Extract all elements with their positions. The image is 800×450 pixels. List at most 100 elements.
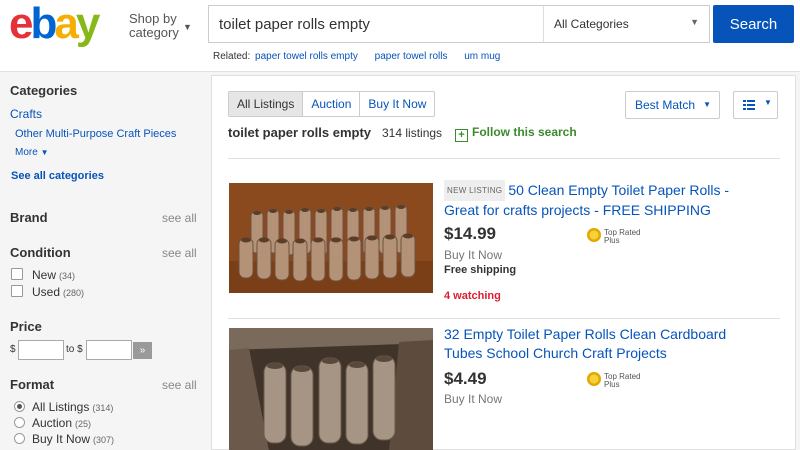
follow-label: Follow this search [472, 125, 577, 139]
header: ebay Shop by category ▼ All Categories ▼… [0, 0, 800, 72]
option-label: All Listings [32, 400, 90, 414]
tab-buy-it-now[interactable]: Buy It Now [359, 92, 434, 116]
top-rated-seal-icon [587, 372, 601, 386]
item-divider [228, 318, 780, 319]
item-price: $14.99 [444, 224, 496, 243]
shop-by-line1: Shop by [129, 11, 177, 26]
brand-see-all-link[interactable]: see all [162, 211, 197, 225]
price-max-input[interactable] [86, 340, 132, 360]
category-link-sub[interactable]: Other Multi-Purpose Craft Pieces [15, 128, 176, 140]
format-buy-it-now-radio[interactable] [14, 433, 25, 444]
filter-sidebar: Categories Crafts Other Multi-Purpose Cr… [0, 72, 210, 450]
item-price: $4.49 [444, 369, 487, 388]
search-button[interactable]: Search [713, 5, 794, 43]
condition-used-checkbox[interactable] [11, 285, 23, 297]
item-thumbnail[interactable] [229, 183, 433, 293]
price-heading: Price [10, 319, 42, 334]
item-thumbnail[interactable] [229, 328, 433, 450]
category-link-crafts[interactable]: Crafts [10, 107, 42, 121]
item-title-text: 32 Empty Toilet Paper Rolls Clean Cardbo… [444, 326, 727, 361]
related-link[interactable]: paper towel rolls [375, 51, 448, 62]
shop-by-category-button[interactable]: Shop by category ▼ [129, 11, 192, 40]
toilet-paper-rolls-image [229, 183, 433, 293]
format-all-listings-radio[interactable] [14, 401, 25, 412]
follow-search-button[interactable]: + Follow this search [455, 125, 577, 142]
related-label: Related: [213, 51, 251, 62]
top-rated-text: Top Rated Plus [604, 229, 640, 245]
see-all-categories-link[interactable]: See all categories [11, 170, 104, 182]
related-searches: Related: paper towel rolls empty paper t… [213, 51, 500, 62]
option-label: Auction [32, 416, 73, 430]
logo-letter-b: b [30, 0, 57, 48]
cardboard-tubes-in-box-image [229, 328, 433, 450]
condition-new-checkbox[interactable] [11, 268, 23, 280]
option-count: (307) [93, 435, 115, 445]
top-rated-seal-icon [587, 228, 601, 242]
logo-letter-a: a [54, 0, 79, 48]
sort-dropdown[interactable]: Best Match ▼ [625, 91, 720, 119]
format-auction-radio[interactable] [14, 417, 25, 428]
condition-see-all-link[interactable]: see all [162, 246, 197, 260]
item-title-link[interactable]: NEW LISTING 50 Clean Empty Toilet Paper R… [444, 180, 764, 220]
option-label: Buy It Now [32, 432, 91, 446]
price-to-label: to $ [66, 344, 83, 355]
format-option-buy-it-now[interactable]: Buy It Now (307) [32, 432, 114, 446]
option-count: (34) [59, 271, 76, 281]
item-shipping: Free shipping [444, 264, 517, 276]
sort-label: Best Match [635, 98, 696, 112]
condition-heading: Condition [10, 245, 71, 260]
price-submit-button[interactable]: » [133, 342, 152, 359]
option-count: (280) [63, 288, 85, 298]
format-option-all-listings[interactable]: All Listings (314) [32, 400, 113, 414]
option-label: New [32, 268, 57, 282]
more-categories-link[interactable]: More ▼ [15, 147, 49, 158]
top-rated-plus-badge: Top Rated Plus [587, 228, 657, 246]
format-option-auction[interactable]: Auction (25) [32, 416, 91, 430]
brand-heading: Brand [10, 210, 48, 225]
logo-letter-e: e [9, 0, 34, 48]
listing-type-tabs: All Listings Auction Buy It Now [228, 91, 436, 117]
top-rated-plus-badge: Top Rated Plus [587, 372, 657, 390]
shop-by-line2: category [129, 25, 179, 40]
item-format: Buy It Now [444, 248, 503, 262]
categories-heading: Categories [10, 83, 78, 98]
format-heading: Format [10, 377, 55, 392]
ebay-logo[interactable]: ebay [9, 0, 101, 48]
plus-icon: + [455, 129, 468, 142]
more-label: More [15, 147, 38, 158]
item-watching: 4 watching [444, 290, 501, 302]
chevron-down-icon: ▼ [764, 98, 772, 107]
results-divider [228, 158, 780, 159]
listing-count: 314 listings [382, 126, 443, 140]
chevron-down-icon: ▼ [183, 22, 192, 32]
top-rated-text: Top Rated Plus [604, 373, 640, 389]
logo-letter-y: y [75, 0, 101, 48]
condition-option-new[interactable]: New (34) [32, 268, 75, 282]
price-currency-label: $ [10, 344, 16, 355]
results-panel: All Listings Auction Buy It Now Best Mat… [211, 75, 796, 450]
category-select[interactable]: All Categories ▼ [543, 6, 709, 42]
related-link[interactable]: um mug [464, 51, 500, 62]
price-min-input[interactable] [18, 340, 64, 360]
query-title: toilet paper rolls empty [228, 125, 372, 140]
caret-down-icon: ▼ [40, 148, 49, 157]
option-label: Used [32, 285, 61, 299]
format-see-all-link[interactable]: see all [162, 378, 197, 392]
view-toggle-button[interactable]: ▼ [733, 91, 778, 119]
chevron-down-icon: ▼ [703, 100, 711, 109]
item-title-link[interactable]: 32 Empty Toilet Paper Rolls Clean Cardbo… [444, 325, 764, 363]
top-rated-line2: Plus [604, 236, 620, 245]
search-bar: All Categories ▼ [208, 5, 710, 43]
tab-auction[interactable]: Auction [302, 92, 359, 116]
top-rated-line2: Plus [604, 380, 620, 389]
chevron-down-icon: ▼ [690, 17, 699, 27]
option-count: (25) [75, 419, 92, 429]
new-listing-badge: NEW LISTING [444, 180, 506, 201]
category-select-value: All Categories [554, 17, 629, 31]
item-format: Buy It Now [444, 392, 503, 406]
list-view-icon [743, 100, 755, 110]
condition-option-used[interactable]: Used (280) [32, 285, 84, 299]
search-input[interactable] [209, 6, 543, 42]
tab-all-listings[interactable]: All Listings [229, 92, 303, 116]
related-link[interactable]: paper towel rolls empty [255, 51, 358, 62]
